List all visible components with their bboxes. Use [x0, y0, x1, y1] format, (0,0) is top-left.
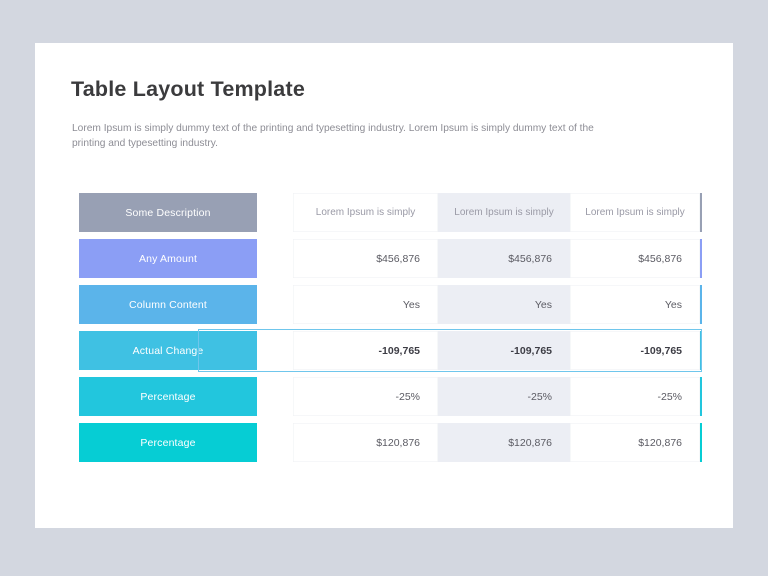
table-cell: Yes — [293, 285, 438, 324]
table-header-row: Some Description Lorem Ipsum is simply Lor… — [79, 193, 711, 232]
page-title: Table Layout Template — [71, 77, 305, 101]
row-cells: Lorem Ipsum is simply Lorem Ipsum is simp… — [293, 193, 711, 232]
row-label[interactable]: Column Content — [79, 285, 257, 324]
table-cell: Yes — [438, 285, 570, 324]
table-cell: -109,765 — [293, 331, 438, 370]
column-header-cell: Lorem Ipsum is simply — [438, 193, 570, 232]
row-accent-bar — [700, 423, 703, 462]
table-cell: -109,765 — [570, 331, 700, 370]
table-row: Percentage $120,876 $120,876 $120,876 — [79, 423, 711, 462]
row-accent-bar — [700, 331, 703, 370]
table-cell: -109,765 — [438, 331, 570, 370]
row-accent-bar — [700, 239, 703, 278]
row-cells: -25% -25% -25% — [293, 377, 711, 416]
table-cell: $456,876 — [438, 239, 570, 278]
table-cell: $120,876 — [293, 423, 438, 462]
table-row: Column Content Yes Yes Yes — [79, 285, 711, 324]
table-cell: -25% — [293, 377, 438, 416]
table-cell: $120,876 — [570, 423, 700, 462]
page-subtitle: Lorem Ipsum is simply dummy text of the … — [72, 123, 594, 149]
column-header-cell: Lorem Ipsum is simply — [293, 193, 438, 232]
table-cell: $120,876 — [438, 423, 570, 462]
table-cell: $456,876 — [293, 239, 438, 278]
data-table: Some Description Lorem Ipsum is simply Lor… — [79, 193, 711, 462]
table-row: Any Amount $456,876 $456,876 $456,876 — [79, 239, 711, 278]
row-accent-bar — [700, 193, 703, 232]
table-cell: -25% — [570, 377, 700, 416]
table-cell: Yes — [570, 285, 700, 324]
table-row: Percentage -25% -25% -25% — [79, 377, 711, 416]
slide-card: Table Layout Template Lorem Ipsum is sim… — [35, 43, 733, 528]
table-cell: $456,876 — [570, 239, 700, 278]
row-cells: -109,765 -109,765 -109,765 — [293, 331, 711, 370]
row-label[interactable]: Any Amount — [79, 239, 257, 278]
row-cells: Yes Yes Yes — [293, 285, 711, 324]
row-accent-bar — [700, 285, 703, 324]
row-label[interactable]: Percentage — [79, 377, 257, 416]
row-accent-bar — [700, 377, 703, 416]
row-cells: $120,876 $120,876 $120,876 — [293, 423, 711, 462]
table-row: Actual Change -109,765 -109,765 -109,765 — [79, 329, 711, 372]
row-label[interactable]: Percentage — [79, 423, 257, 462]
column-header-cell: Lorem Ipsum is simply — [570, 193, 700, 232]
table-cell: -25% — [438, 377, 570, 416]
row-label[interactable]: Actual Change — [79, 331, 257, 370]
row-cells: $456,876 $456,876 $456,876 — [293, 239, 711, 278]
row-label[interactable]: Some Description — [79, 193, 257, 232]
